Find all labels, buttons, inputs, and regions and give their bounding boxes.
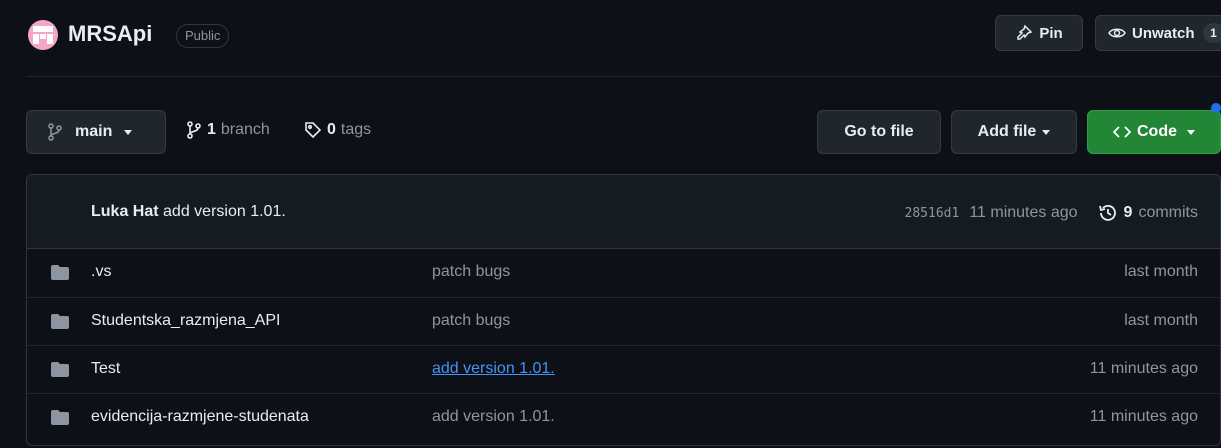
commit-label: commits [1138,204,1198,221]
file-name-link[interactable]: Test [91,360,120,378]
tag-icon [304,121,322,139]
file-commit-age: 11 minutes ago [1089,408,1198,425]
chevron-down-icon [1187,129,1195,135]
file-commit-message[interactable]: add version 1.01. [432,360,555,378]
file-name-link[interactable]: evidencija-razmjene-studenata [91,408,309,426]
add-file-button[interactable]: Add file [951,110,1077,154]
folder-icon [51,314,69,329]
file-commit-age: last month [1124,263,1198,280]
pin-icon [1015,24,1033,42]
watch-count-badge: 1 [1202,23,1221,43]
add-file-label: Add file [977,123,1037,140]
repo-name-link[interactable]: MRSApi [68,21,152,47]
unwatch-label: Unwatch [1132,24,1195,42]
file-list: Luka Hat add version 1.01. 28516d1 11 mi… [26,174,1221,446]
file-row[interactable]: .vs patch bugs last month [27,249,1220,297]
commit-message[interactable]: add version 1.01. [163,203,286,220]
unwatch-button[interactable]: Unwatch 1 [1095,15,1221,51]
commit-meta: 28516d1 11 minutes ago 9 commits [905,203,1198,223]
file-commit-age: 11 minutes ago [1089,360,1198,377]
file-name-link[interactable]: Studentska_razmjena_API [91,312,280,330]
code-label: Code [1137,123,1177,140]
pin-label: Pin [1039,24,1063,42]
file-row[interactable]: Test add version 1.01. 11 minutes ago [27,345,1220,393]
git-branch-icon [186,121,202,139]
notification-dot [1211,103,1221,113]
folder-icon [51,362,69,377]
chevron-down-icon [124,129,133,135]
branch-count: 1 [207,121,216,138]
tag-label: tags [340,121,372,138]
commit-author-name[interactable]: Luka Hat [91,203,159,220]
file-row[interactable]: Studentska_razmjena_API patch bugs last … [27,297,1220,345]
folder-icon [51,265,69,280]
go-to-file-button[interactable]: Go to file [817,110,941,154]
commit-time: 11 minutes ago [969,204,1078,221]
commit-author[interactable]: Luka Hat add version 1.01. [91,203,286,221]
file-commit-message[interactable]: add version 1.01. [432,408,555,426]
branches-link[interactable]: 1 branch [186,121,270,139]
commit-count: 9 [1123,204,1133,221]
branch-label: branch [220,121,270,138]
code-button[interactable]: Code [1087,110,1221,154]
chevron-down-icon [1042,129,1051,135]
file-commit-age: last month [1124,312,1198,329]
branch-name: main [75,123,113,140]
file-commit-message[interactable]: patch bugs [432,312,510,330]
file-row[interactable]: evidencija-razmjene-studenata add versio… [27,393,1220,441]
eye-icon [1108,24,1126,42]
file-commit-message[interactable]: patch bugs [432,263,510,281]
git-branch-icon [47,123,63,141]
header-divider [26,76,1221,77]
pin-button[interactable]: Pin [995,15,1083,51]
code-icon [1113,125,1131,139]
repo-owner-avatar-icon[interactable] [28,20,58,50]
commits-history-link[interactable]: 9 commits [1098,203,1198,223]
tag-count: 0 [327,121,336,138]
visibility-badge: Public [176,24,230,48]
branch-selector-button[interactable]: main [26,110,166,154]
tags-link[interactable]: 0 tags [304,121,371,139]
commit-sha[interactable]: 28516d1 [905,206,960,221]
folder-icon [51,410,69,425]
file-name-link[interactable]: .vs [91,263,111,281]
history-icon [1098,203,1118,223]
latest-commit-bar: Luka Hat add version 1.01. 28516d1 11 mi… [27,175,1220,249]
